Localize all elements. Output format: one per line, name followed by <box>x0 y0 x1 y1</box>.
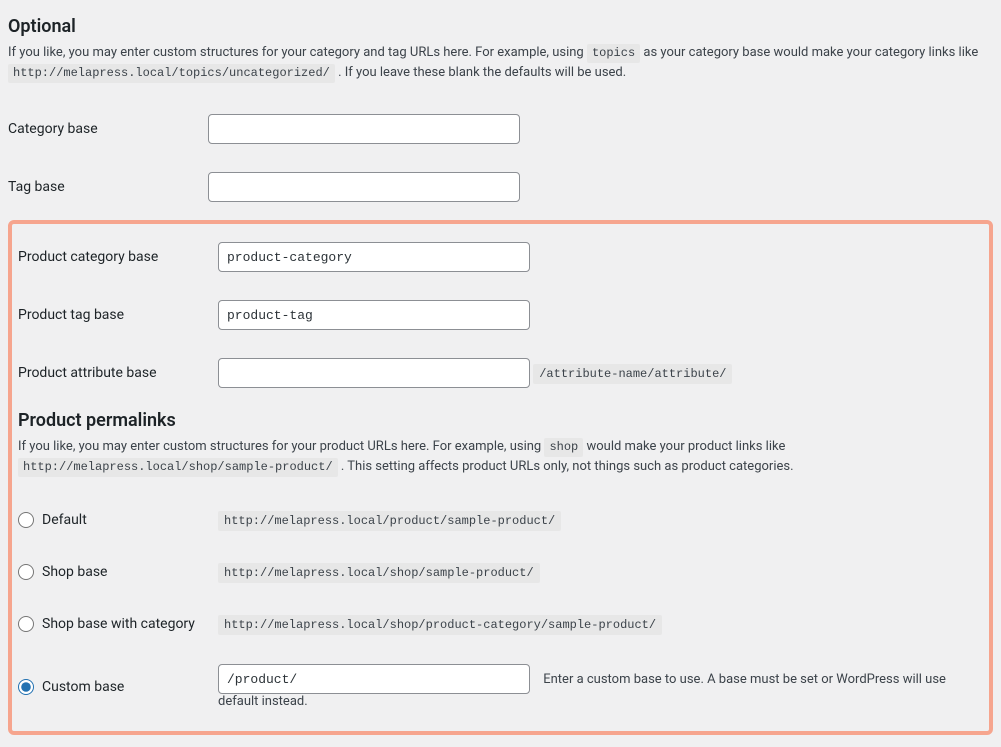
product-attribute-base-input[interactable] <box>218 358 530 388</box>
text: . If you leave these blank the defaults … <box>338 65 626 80</box>
tag-base-label: Tag base <box>8 158 208 216</box>
text: would make your product links like <box>586 439 785 454</box>
permalink-default-label: Default <box>42 512 87 528</box>
product-attribute-hint: /attribute-name/attribute/ <box>533 364 732 384</box>
product-tag-base-label: Product tag base <box>18 286 218 344</box>
product-tag-base-input[interactable] <box>218 300 530 330</box>
text: If you like, you may enter custom struct… <box>18 439 544 454</box>
product-permalink-highlight: Product category base Product tag base P… <box>8 220 993 735</box>
permalink-shop-base-example: http://melapress.local/shop/sample-produ… <box>218 563 540 583</box>
category-base-input[interactable] <box>208 114 520 144</box>
text: . This setting affects product URLs only… <box>341 459 794 474</box>
permalink-shop-cat-label: Shop base with category <box>42 616 195 632</box>
permalink-shop-cat-example: http://melapress.local/shop/product-cate… <box>218 615 662 635</box>
permalink-default-radio[interactable] <box>18 512 34 528</box>
permalink-custom-radio[interactable] <box>18 679 34 695</box>
product-permalinks-heading: Product permalinks <box>18 410 983 431</box>
example-code-shop-url: http://melapress.local/shop/sample-produ… <box>18 458 338 477</box>
optional-heading: Optional <box>8 16 993 37</box>
example-code-shop: shop <box>544 438 583 457</box>
permalink-default-example: http://melapress.local/product/sample-pr… <box>218 511 561 531</box>
permalink-shop-cat-radio[interactable] <box>18 616 34 632</box>
permalink-custom-input[interactable] <box>218 664 530 694</box>
product-permalinks-description: If you like, you may enter custom struct… <box>18 437 983 476</box>
product-category-base-input[interactable] <box>218 242 530 272</box>
example-code-url: http://melapress.local/topics/uncategori… <box>8 64 335 83</box>
product-attribute-base-label: Product attribute base <box>18 344 218 402</box>
text: If you like, you may enter custom struct… <box>8 45 587 60</box>
text: as your category base would make your ca… <box>643 45 978 60</box>
tag-base-input[interactable] <box>208 172 520 202</box>
permalink-custom-label: Custom base <box>42 679 124 695</box>
example-code-topics: topics <box>587 44 640 63</box>
permalink-shop-base-radio[interactable] <box>18 564 34 580</box>
optional-description: If you like, you may enter custom struct… <box>8 43 993 82</box>
category-base-label: Category base <box>8 100 208 158</box>
permalink-shop-base-label: Shop base <box>42 564 107 580</box>
product-category-base-label: Product category base <box>18 228 218 286</box>
